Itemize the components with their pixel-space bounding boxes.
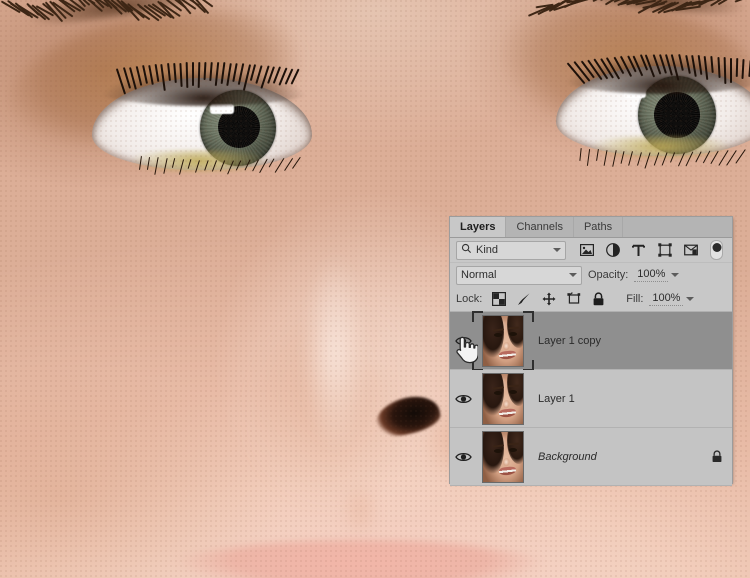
layer-filter-row[interactable]: Kind	[450, 238, 732, 263]
fill-label: Fill:	[626, 293, 643, 305]
tab-paths[interactable]: Paths	[574, 217, 623, 237]
layer-list[interactable]: Layer 1 copy Layer 1 Background	[450, 311, 732, 486]
chevron-down-icon[interactable]	[671, 273, 679, 277]
tab-layers[interactable]: Layers	[450, 217, 506, 237]
lock-artboard-nesting-icon[interactable]	[566, 292, 581, 307]
fill-value[interactable]: 100%	[649, 292, 683, 306]
lock-all-icon[interactable]	[591, 292, 606, 307]
lock-transparent-pixels-icon[interactable]	[491, 292, 506, 307]
panel-tab-bar[interactable]: Layers Channels Paths	[450, 217, 732, 238]
blend-mode-select[interactable]: Normal	[456, 266, 582, 285]
blend-mode-value: Normal	[461, 269, 496, 281]
filter-enable-toggle[interactable]	[710, 240, 723, 260]
layers-panel[interactable]: Layers Channels Paths Kind Normal Opacit…	[450, 217, 732, 483]
filter-kind-select[interactable]: Kind	[456, 241, 566, 260]
background-lock-icon	[702, 450, 732, 463]
opacity-field[interactable]: 100%	[634, 268, 679, 282]
layer-thumbnail-cell[interactable]	[476, 431, 530, 483]
hair-strand	[730, 58, 732, 83]
hair-strand	[192, 62, 194, 86]
type-layer-filter-icon[interactable]	[631, 243, 646, 258]
chevron-down-icon[interactable]	[569, 273, 577, 277]
visibility-eye-icon	[455, 335, 472, 347]
tab-bar-filler	[623, 217, 732, 237]
search-icon	[461, 243, 472, 257]
pixel-layer-filter-icon[interactable]	[579, 243, 594, 258]
opacity-label: Opacity:	[588, 269, 628, 281]
adjustment-layer-filter-icon[interactable]	[605, 243, 620, 258]
blend-mode-row[interactable]: Normal Opacity: 100%	[450, 263, 732, 287]
layer-thumbnail-cell[interactable]	[476, 373, 530, 425]
visibility-eye-icon	[455, 393, 472, 405]
lock-row[interactable]: Lock: Fill: 100%	[450, 287, 732, 311]
chevron-down-icon[interactable]	[553, 248, 561, 252]
filter-kind-label: Kind	[476, 244, 498, 256]
layer-name-label[interactable]: Background	[530, 451, 702, 463]
tab-channels[interactable]: Channels	[506, 217, 573, 237]
visibility-eye-icon	[455, 451, 472, 463]
fill-field[interactable]: 100%	[649, 292, 694, 306]
lock-position-icon[interactable]	[541, 292, 556, 307]
filter-type-icons[interactable]	[579, 243, 698, 258]
table-row[interactable]: Layer 1 copy	[450, 312, 732, 370]
lock-image-pixels-icon[interactable]	[516, 292, 531, 307]
layer-name-label[interactable]: Layer 1	[530, 393, 702, 405]
shape-layer-filter-icon[interactable]	[657, 243, 672, 258]
lock-label: Lock:	[456, 293, 482, 305]
portrait-thumbnail[interactable]	[482, 431, 524, 483]
layer-thumbnail-cell[interactable]	[476, 315, 530, 367]
opacity-value[interactable]: 100%	[634, 268, 668, 282]
table-row[interactable]: Layer 1	[450, 370, 732, 428]
visibility-toggle-background[interactable]	[450, 451, 476, 463]
table-row[interactable]: Background	[450, 428, 732, 486]
portrait-thumbnail[interactable]	[482, 315, 524, 367]
lock-buttons[interactable]	[491, 292, 606, 307]
visibility-toggle-layer-1-copy[interactable]	[450, 335, 476, 347]
smart-object-filter-icon[interactable]	[683, 243, 698, 258]
portrait-thumbnail[interactable]	[482, 373, 524, 425]
chevron-down-icon[interactable]	[686, 297, 694, 301]
layer-name-label[interactable]: Layer 1 copy	[530, 335, 702, 347]
visibility-toggle-layer-1[interactable]	[450, 393, 476, 405]
